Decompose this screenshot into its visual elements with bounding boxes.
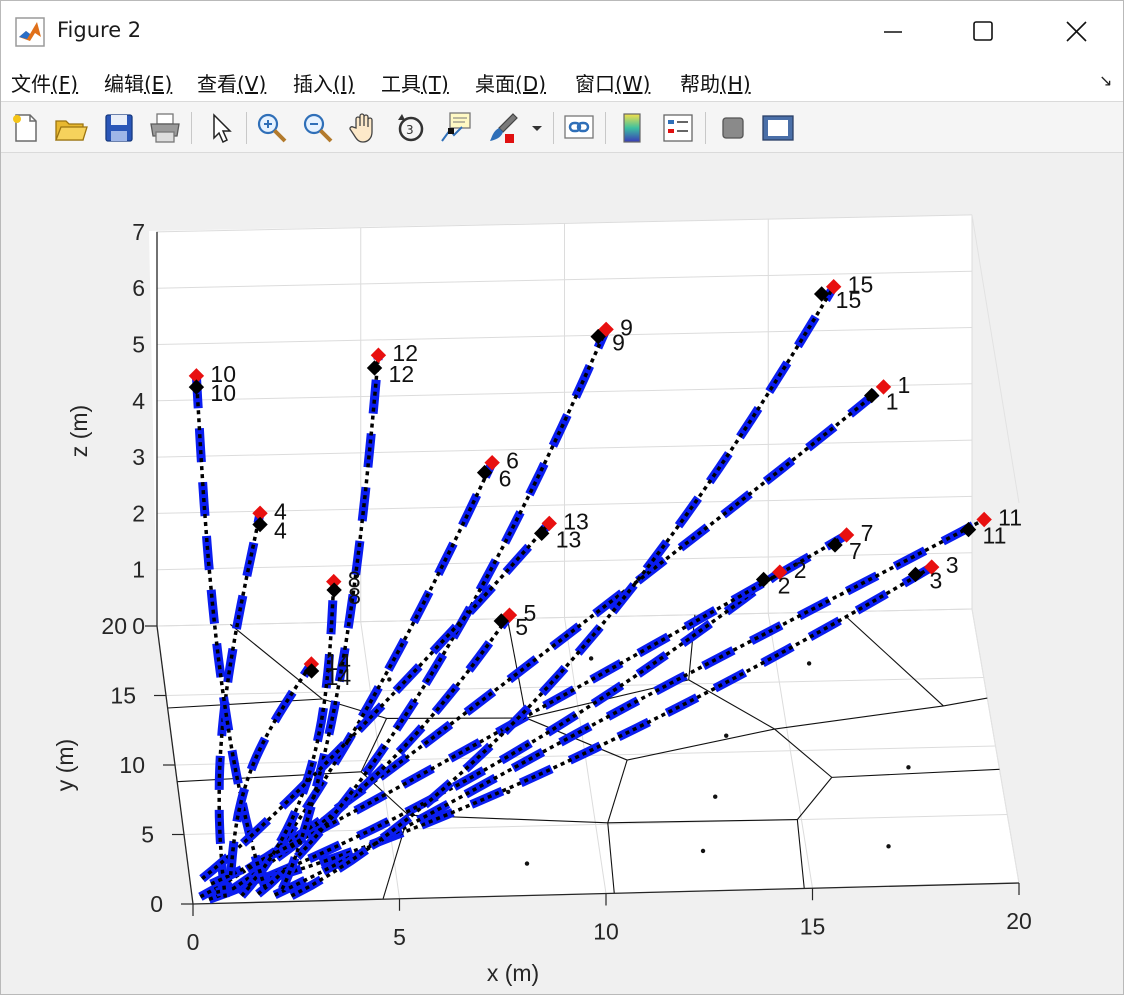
final-label-14: 14 [326,664,352,690]
goal-label-1: 1 [897,372,910,398]
final-label-11: 11 [983,523,1007,549]
toolbar-separator [553,112,554,144]
final-label-8: 8 [348,583,361,609]
link-plot-icon[interactable] [561,110,597,146]
toolbar-separator [246,112,247,144]
close-icon [1066,21,1087,42]
menu-insert[interactable]: 插入(I) [293,68,355,97]
rotate-3d-icon[interactable]: 3 [393,110,429,146]
y-tick-label: 20 [101,613,127,639]
z-tick-label: 3 [132,444,145,470]
menu-bar: 文件(F) 编辑(E) 查看(V) 插入(I) 工具(T) 桌面(D) 窗口(W… [1,61,1123,101]
seed-point [506,789,511,795]
final-label-13: 13 [556,526,582,552]
pointer-icon[interactable] [204,110,240,146]
menu-view[interactable]: 查看(V) [197,68,266,97]
z-tick-label: 6 [132,275,145,301]
seed-point [724,733,729,738]
menu-edit[interactable]: 编辑(E) [104,68,172,97]
title-bar: Figure 2 [1,1,1123,61]
menu-window[interactable]: 窗口(W) [575,68,650,97]
x-tick-label: 15 [800,913,826,939]
y-tick-label: 15 [110,683,136,709]
seed-point [524,861,530,866]
minimize-button[interactable] [847,1,939,61]
maximize-icon [973,21,993,41]
z-axis-label: z (m) [66,405,92,457]
final-label-15: 15 [836,287,862,313]
x-axis-label: x (m) [487,960,539,986]
window-title: Figure 2 [57,18,142,42]
save-icon[interactable] [101,110,137,146]
z-tick-label: 0 [132,613,145,639]
final-label-3: 3 [930,567,943,593]
goal-label-3: 3 [946,552,959,578]
menu-help[interactable]: 帮助(H) [680,68,751,97]
minimize-icon [884,31,902,33]
final-label-4: 4 [274,518,287,544]
goal-label-7: 7 [861,520,874,546]
x-tick-label: 10 [593,919,619,945]
seed-point [700,848,706,854]
final-label-7: 7 [849,538,862,564]
zoom-out-icon[interactable] [300,110,336,146]
seed-point [588,656,594,661]
menu-desktop[interactable]: 桌面(D) [475,68,546,97]
colorbar-icon[interactable] [614,110,650,146]
y-tick-label: 0 [150,891,163,917]
final-label-5: 5 [515,614,528,640]
seed-point [886,844,891,849]
close-button[interactable] [1031,1,1123,61]
seed-point [387,677,392,682]
final-label-12: 12 [389,361,415,387]
goal-label-2: 2 [794,557,807,583]
y-axis-label: y (m) [52,739,78,791]
dock-figure-icon[interactable]: ↘ [1099,71,1112,90]
final-label-9: 9 [612,330,625,356]
final-label-2: 2 [778,573,791,599]
print-icon[interactable] [147,110,183,146]
figure-window: Figure 2 文件(F) 编辑(E) 查看(V) 插入(I) 工具(T) 桌… [0,0,1124,995]
toolbar-separator [191,112,192,144]
final-label-1: 1 [886,389,899,415]
brush-icon[interactable] [485,110,521,146]
y-tick-label: 10 [119,752,145,778]
pan-icon[interactable] [347,110,383,146]
z-tick-label: 4 [132,388,145,414]
y-tick-label: 5 [141,822,154,848]
brush-dropdown-icon[interactable] [527,110,547,146]
figure-toolbar: 3 [1,101,1123,153]
z-tick-label: 2 [132,500,145,526]
menu-tools[interactable]: 工具(T) [381,68,449,97]
final-label-6: 6 [499,466,512,492]
seed-point [906,765,911,770]
menu-file[interactable]: 文件(F) [11,68,78,97]
maximize-button[interactable] [939,1,1031,61]
svg-text:3: 3 [406,123,414,137]
zoom-in-icon[interactable] [254,110,290,146]
toolbar-separator [705,112,706,144]
final-label-10: 10 [210,380,236,406]
show-plot-tools-icon[interactable] [760,110,796,146]
figure-canvas: 1 1 2 2 3 3 4 4 5 5 6 6 7 7 8 8 9 9 10 10 11 11 12 12 13 13 14 14 15… [1,153,1124,995]
hide-plot-tools-icon[interactable] [715,110,751,146]
matlab-logo-icon [15,17,45,47]
x-tick-label: 0 [187,929,200,955]
x-tick-label: 20 [1006,908,1032,934]
data-cursor-icon[interactable] [438,110,474,146]
z-tick-label: 7 [132,219,145,245]
x-tick-label: 5 [393,924,406,950]
new-figure-icon[interactable] [8,110,44,146]
legend-icon[interactable] [660,110,696,146]
seed-point [713,794,718,799]
open-file-icon[interactable] [53,110,89,146]
z-tick-label: 1 [132,557,145,583]
z-tick-label: 5 [132,332,145,358]
toolbar-separator [605,112,606,144]
seed-point [806,661,812,666]
plot-3d-axes[interactable]: 1122334455667788991010111112121313141415… [1,153,1124,995]
